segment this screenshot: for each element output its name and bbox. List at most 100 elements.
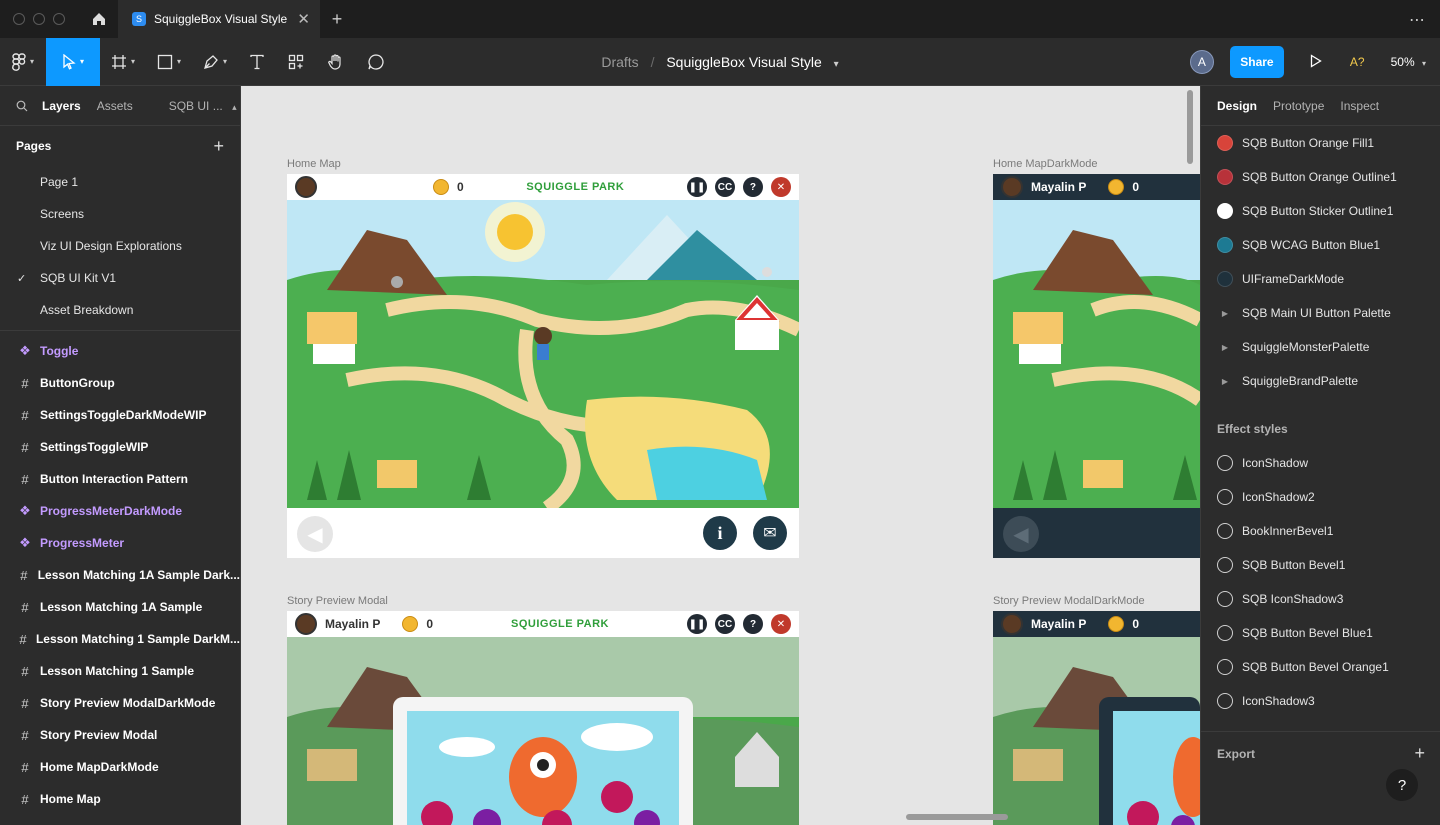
layer-item[interactable]: # SettingsToggleWIP [0,431,240,463]
layer-item[interactable]: ❖ Toggle [0,335,240,367]
chevron-down-icon: ▾ [1421,59,1426,68]
add-export-button[interactable]: + [1414,743,1425,764]
home-button[interactable] [80,0,118,38]
effect-style-item[interactable]: BookInnerBevel1 [1201,514,1440,548]
palette-group[interactable]: ▶ SquiggleMonsterPalette [1201,330,1440,364]
layer-item[interactable]: ❖ ProgressMeter [0,527,240,559]
layer-item[interactable]: # Lesson Matching 1A Sample [0,591,240,623]
layer-item[interactable]: # Home Map [0,783,240,815]
layer-item[interactable]: # ButtonGroup [0,367,240,399]
squiggle-park-logo: SQUIGGLE PARK [526,181,625,193]
close-icon: ✕ [770,177,791,197]
layer-item[interactable]: ❖ ProgressMeterDarkMode [0,495,240,527]
share-button[interactable]: Share [1229,46,1284,78]
hand-tool[interactable] [316,38,356,86]
more-menu-icon[interactable]: ⋯ [1409,10,1426,30]
shape-tool[interactable]: ▾ [146,38,192,86]
effect-style-item[interactable]: SQB IconShadow3 [1201,582,1440,616]
layer-item[interactable]: #TypeRampAndColorMajorThirdMo... [0,815,240,825]
close-window-button[interactable] [13,13,25,25]
file-name[interactable]: SquiggleBox Visual Style [666,54,821,70]
comment-tool[interactable] [356,38,396,86]
component-icon: ❖ [19,503,31,518]
page-item[interactable]: Page 1 [0,166,240,198]
zoom-window-button[interactable] [53,13,65,25]
frame-story-preview-dark[interactable]: Mayalin P 0 [993,611,1200,825]
tab-layers[interactable]: Layers [42,99,81,113]
page-item[interactable]: Screens [0,198,240,230]
frame-home-map-dark[interactable]: Mayalin P 0 ◀ [993,174,1200,558]
color-style-item[interactable]: SQB WCAG Button Blue1 [1201,228,1440,262]
window-controls [0,13,80,25]
effect-style-item[interactable]: SQB Button Bevel Orange1 [1201,650,1440,684]
frame-icon [111,54,126,69]
chevron-down-icon: ▾ [79,57,84,66]
effect-style-item[interactable]: IconShadow [1201,446,1440,480]
palette-group[interactable]: ▶ SquiggleBrandPalette [1201,364,1440,398]
tab-inspect[interactable]: Inspect [1340,99,1379,113]
layer-item[interactable]: # Lesson Matching 1 Sample [0,655,240,687]
frame-label-story-preview[interactable]: Story Preview Modal [287,595,388,607]
tab-assets[interactable]: Assets [97,99,133,113]
minimize-window-button[interactable] [33,13,45,25]
page-selector[interactable]: SQB UI ... ▴ [169,99,237,113]
help-button[interactable]: ? [1386,769,1418,801]
avatar[interactable]: A [1189,50,1214,74]
effect-style-item[interactable]: IconShadow2 [1201,480,1440,514]
pen-tool[interactable]: ▾ [192,38,238,86]
frame-label-story-preview-dark[interactable]: Story Preview ModalDarkMode [993,595,1145,607]
page-item[interactable]: Viz UI Design Explorations [0,230,240,262]
color-style-item[interactable]: SQB Button Sticker Outline1 [1201,194,1440,228]
effect-style-item[interactable]: IconShadow3 [1201,684,1440,718]
toolbar-right: A Share A? 50% ▾ [1189,38,1440,86]
caret-right-icon[interactable]: ▶ [1217,309,1233,318]
tab-design[interactable]: Design [1217,99,1257,113]
new-tab-button[interactable]: + [320,9,354,30]
caret-right-icon[interactable]: ▶ [1217,377,1233,386]
palette-label: SquiggleBrandPalette [1242,374,1359,388]
frame-tool[interactable]: ▾ [100,38,146,86]
layer-label: Toggle [40,344,79,358]
canvas[interactable]: Home Map 0 SQUIGGLE PARK ❚❚ CC ? ✕ ◀ i ✉… [241,86,1200,825]
color-style-item[interactable]: UIFrameDarkMode [1201,262,1440,296]
add-page-button[interactable]: + [213,136,224,157]
tab-prototype[interactable]: Prototype [1273,99,1324,113]
frame-label-home-map-dark[interactable]: Home MapDarkMode [993,158,1098,170]
zoom-dropdown[interactable]: 50% ▾ [1391,55,1426,69]
page-item[interactable]: Asset Breakdown [0,294,240,326]
layer-item[interactable]: # Story Preview ModalDarkMode [0,687,240,719]
file-tab[interactable]: S SquiggleBox Visual Style ✕ [118,0,320,38]
search-icon[interactable] [16,100,28,112]
palette-group[interactable]: ▶ SQB Main UI Button Palette [1201,296,1440,330]
layer-item[interactable]: # Button Interaction Pattern [0,463,240,495]
info-icon: i [703,516,737,550]
caret-right-icon[interactable]: ▶ [1217,343,1233,352]
move-tool[interactable]: ▾ [46,37,100,86]
effect-style-item[interactable]: SQB Button Bevel1 [1201,548,1440,582]
layer-item[interactable]: # Lesson Matching 1 Sample DarkM... [0,623,240,655]
frame-label-home-map[interactable]: Home Map [287,158,341,170]
present-button[interactable] [1304,53,1328,71]
frame-home-map[interactable]: 0 SQUIGGLE PARK ❚❚ CC ? ✕ ◀ i ✉ [287,174,799,558]
layer-item[interactable]: # Story Preview Modal [0,719,240,751]
breadcrumb-drafts[interactable]: Drafts [601,54,638,70]
frame-icon: # [19,631,27,647]
color-style-item[interactable]: SQB Button Orange Outline1 [1201,160,1440,194]
effect-style-item[interactable]: SQB Button Bevel Blue1 [1201,616,1440,650]
layer-item[interactable]: # SettingsToggleDarkModeWIP [0,399,240,431]
horizontal-scrollbar[interactable] [906,814,1008,820]
close-tab-icon[interactable]: ✕ [297,10,310,28]
chevron-down-icon[interactable]: ▾ [834,59,839,70]
layer-item[interactable]: # Lesson Matching 1A Sample Dark... [0,559,240,591]
divider [0,330,240,331]
resources-tool[interactable] [276,38,316,86]
page-item[interactable]: ✓ SQB UI Kit V1 [0,262,240,294]
frame-story-preview[interactable]: Mayalin P 0 SQUIGGLE PARK ❚❚ CC ? ✕ [287,611,799,825]
breadcrumb-separator: / [650,54,655,70]
text-tool[interactable] [238,38,276,86]
main-menu-button[interactable]: ▾ [0,38,46,86]
accessibility-check-button[interactable]: A? [1350,55,1365,69]
vertical-scrollbar[interactable] [1187,90,1193,164]
layer-item[interactable]: # Home MapDarkMode [0,751,240,783]
color-style-item[interactable]: SQB Button Orange Fill1 [1201,126,1440,160]
